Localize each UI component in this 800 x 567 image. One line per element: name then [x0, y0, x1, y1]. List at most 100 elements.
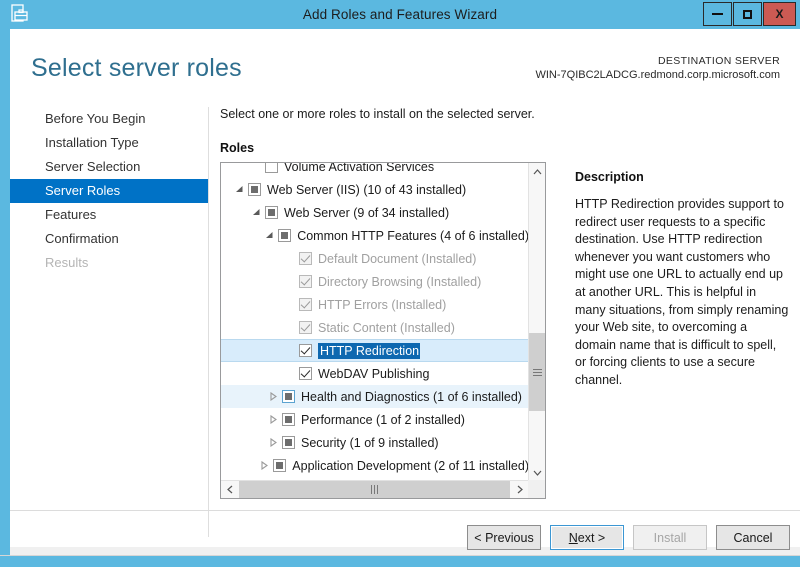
- tree-row[interactable]: Security (1 of 9 installed): [221, 431, 529, 454]
- footer-divider: [10, 510, 800, 511]
- sidebar-item-confirmation[interactable]: Confirmation: [10, 227, 208, 251]
- expander-collapsed-icon[interactable]: [265, 438, 282, 447]
- sidebar-item-label: Results: [45, 255, 88, 270]
- wizard-step-sidebar: Before You Begin Installation Type Server …: [10, 107, 208, 275]
- bottom-accent-edge: [0, 555, 800, 567]
- scroll-grip-icon: [371, 485, 378, 494]
- checkbox-partial[interactable]: [282, 413, 295, 426]
- checkbox-partial[interactable]: [282, 436, 295, 449]
- expander-expanded-icon[interactable]: [261, 231, 278, 240]
- scroll-grip-icon: [533, 369, 542, 376]
- scroll-up-button[interactable]: [529, 163, 546, 180]
- sidebar-item-label: Features: [45, 207, 96, 222]
- tree-vertical-scroll-thumb[interactable]: [529, 333, 546, 411]
- tree-row-label: WebDAV Publishing: [318, 367, 429, 381]
- maximize-icon: [743, 10, 752, 19]
- roles-tree[interactable]: Volume Activation Services Web Server (II…: [221, 163, 529, 481]
- tree-row[interactable]: Default Document (Installed): [221, 247, 529, 270]
- tree-row-label: Directory Browsing (Installed): [318, 275, 481, 289]
- sidebar-item-features[interactable]: Features: [10, 203, 208, 227]
- wizard-footer-buttons: < Previous Next > Install Cancel: [467, 525, 790, 550]
- tree-row-label: Common HTTP Features (4 of 6 installed): [297, 229, 529, 243]
- tree-row-label: Web Server (IIS) (10 of 43 installed): [267, 183, 466, 197]
- maximize-button[interactable]: [733, 2, 762, 26]
- checkbox-checked-dim[interactable]: [299, 298, 312, 311]
- previous-button-label: < Previous: [474, 531, 533, 545]
- scroll-left-icon: [227, 485, 233, 494]
- expander-collapsed-icon[interactable]: [256, 461, 273, 470]
- sidebar-item-installation-type[interactable]: Installation Type: [10, 131, 208, 155]
- next-button[interactable]: Next >: [550, 525, 624, 550]
- checkbox-partial[interactable]: [278, 229, 291, 242]
- expander-collapsed-icon[interactable]: [265, 392, 282, 401]
- roles-tree-box: Volume Activation Services Web Server (II…: [220, 162, 546, 499]
- tree-row[interactable]: Health and Diagnostics (1 of 6 installed…: [221, 385, 529, 408]
- sidebar-item-results: Results: [10, 251, 208, 275]
- description-body: HTTP Redirection provides support to red…: [575, 196, 790, 390]
- tree-vertical-scrollbar[interactable]: [528, 163, 545, 481]
- minimize-icon: [712, 13, 723, 15]
- close-button[interactable]: X: [763, 2, 796, 26]
- tree-row-label: HTTP Redirection: [318, 343, 420, 359]
- roles-section-label: Roles: [220, 141, 560, 155]
- tree-row[interactable]: Volume Activation Services: [221, 163, 529, 178]
- window-title: Add Roles and Features Wizard: [0, 0, 800, 29]
- expander-collapsed-icon[interactable]: [265, 415, 282, 424]
- tree-row[interactable]: HTTP Errors (Installed): [221, 293, 529, 316]
- checkbox-checked[interactable]: [299, 344, 312, 357]
- checkbox-partial[interactable]: [248, 183, 261, 196]
- sidebar-item-server-selection[interactable]: Server Selection: [10, 155, 208, 179]
- scrollbar-corner: [528, 480, 545, 498]
- scroll-down-icon: [533, 470, 542, 476]
- tree-row-label: Performance (1 of 2 installed): [301, 413, 465, 427]
- checkbox-partial-hl[interactable]: [282, 390, 295, 403]
- tree-horizontal-scroll-thumb[interactable]: [239, 481, 510, 498]
- tree-row[interactable]: Static Content (Installed): [221, 316, 529, 339]
- tree-row-label: Web Server (9 of 34 installed): [284, 206, 449, 220]
- install-button-label: Install: [654, 531, 687, 545]
- sidebar-item-label: Server Selection: [45, 159, 140, 174]
- tree-horizontal-scrollbar[interactable]: [221, 480, 545, 498]
- tree-row-label: HTTP Errors (Installed): [318, 298, 446, 312]
- checkbox-checked-dim[interactable]: [299, 275, 312, 288]
- tree-row[interactable]: Application Development (2 of 11 install…: [221, 454, 529, 477]
- title-bar: Add Roles and Features Wizard X: [0, 0, 800, 29]
- checkbox-partial[interactable]: [265, 206, 278, 219]
- main-column: Select one or more roles to install on t…: [220, 107, 560, 499]
- scroll-right-icon: [517, 485, 523, 494]
- checkbox-unchecked[interactable]: [265, 163, 278, 173]
- tree-row-label: Application Development (2 of 11 install…: [292, 459, 529, 473]
- add-roles-wizard-window: Add Roles and Features Wizard X Select s…: [0, 0, 800, 567]
- tree-row[interactable]: Web Server (IIS) (10 of 43 installed): [221, 178, 529, 201]
- description-title: Description: [575, 170, 790, 184]
- sidebar-item-label: Confirmation: [45, 231, 119, 246]
- sidebar-item-server-roles[interactable]: Server Roles: [10, 179, 208, 203]
- sidebar-item-label: Server Roles: [45, 183, 120, 198]
- tree-row[interactable]: Directory Browsing (Installed): [221, 270, 529, 293]
- checkbox-checked-dim[interactable]: [299, 252, 312, 265]
- sidebar-divider: [208, 107, 209, 537]
- tree-row[interactable]: HTTP Redirection: [221, 339, 529, 362]
- description-panel: Description HTTP Redirection provides su…: [575, 170, 790, 390]
- scroll-left-button[interactable]: [221, 481, 238, 498]
- checkbox-checked[interactable]: [299, 367, 312, 380]
- scroll-right-button[interactable]: [511, 481, 528, 498]
- cancel-button[interactable]: Cancel: [716, 525, 790, 550]
- checkbox-partial[interactable]: [273, 459, 286, 472]
- expander-expanded-icon[interactable]: [248, 208, 265, 217]
- checkbox-checked-dim[interactable]: [299, 321, 312, 334]
- tree-row[interactable]: Web Server (9 of 34 installed): [221, 201, 529, 224]
- tree-row[interactable]: WebDAV Publishing: [221, 362, 529, 385]
- cancel-button-label: Cancel: [734, 531, 773, 545]
- expander-expanded-icon[interactable]: [231, 185, 248, 194]
- wizard-content-card: Select server roles DESTINATION SERVER W…: [10, 29, 800, 547]
- sidebar-item-label: Before You Begin: [45, 111, 145, 126]
- scroll-down-button[interactable]: [529, 464, 546, 481]
- previous-button[interactable]: < Previous: [467, 525, 541, 550]
- sidebar-item-label: Installation Type: [45, 135, 139, 150]
- sidebar-item-before-you-begin[interactable]: Before You Begin: [10, 107, 208, 131]
- page-title: Select server roles: [31, 54, 242, 83]
- tree-row[interactable]: Common HTTP Features (4 of 6 installed): [221, 224, 529, 247]
- tree-row[interactable]: Performance (1 of 2 installed): [221, 408, 529, 431]
- minimize-button[interactable]: [703, 2, 732, 26]
